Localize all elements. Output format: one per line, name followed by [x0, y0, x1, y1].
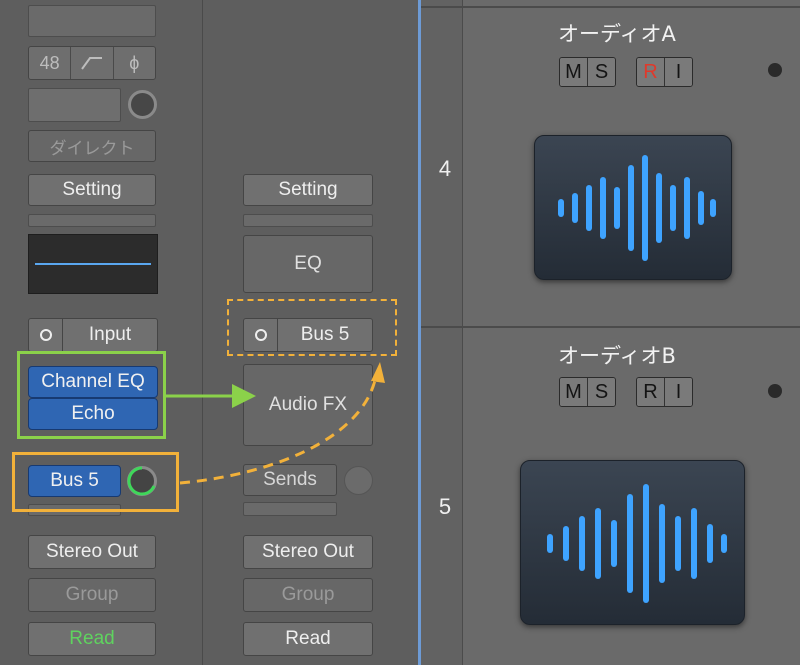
- input-monitor-button[interactable]: I: [665, 58, 692, 86]
- panel-separator: [418, 0, 421, 665]
- track-number-divider: [462, 0, 463, 665]
- green-arrow-head: [232, 384, 256, 408]
- track-status-dot[interactable]: [768, 384, 782, 398]
- track-status-dot[interactable]: [768, 63, 782, 77]
- track-top-border: [421, 6, 800, 8]
- audio-track-icon[interactable]: [534, 135, 732, 280]
- input-monitor-button[interactable]: I: [665, 378, 692, 406]
- solo-button[interactable]: S: [588, 58, 615, 86]
- mute-button[interactable]: M: [560, 58, 588, 86]
- record-enable-button[interactable]: R: [637, 58, 665, 86]
- audio-track-icon[interactable]: [520, 460, 745, 625]
- track-number-column: [421, 0, 462, 665]
- track-header-buttons: M S R I: [559, 377, 693, 407]
- track-name[interactable]: オーディオB: [558, 340, 676, 370]
- track-row-border: [421, 326, 800, 328]
- track-name[interactable]: オーディオA: [558, 18, 676, 48]
- annotation-arrows: [166, 362, 385, 485]
- record-enable-button[interactable]: R: [637, 378, 665, 406]
- waveform-icon: [558, 155, 716, 261]
- track-header-buttons: M S R I: [559, 57, 693, 87]
- orange-arrow-head: [371, 362, 385, 383]
- mute-button[interactable]: M: [560, 378, 588, 406]
- solo-button[interactable]: S: [588, 378, 615, 406]
- track-number: 4: [438, 156, 452, 181]
- waveform-icon: [547, 484, 727, 603]
- track-number: 5: [438, 494, 452, 519]
